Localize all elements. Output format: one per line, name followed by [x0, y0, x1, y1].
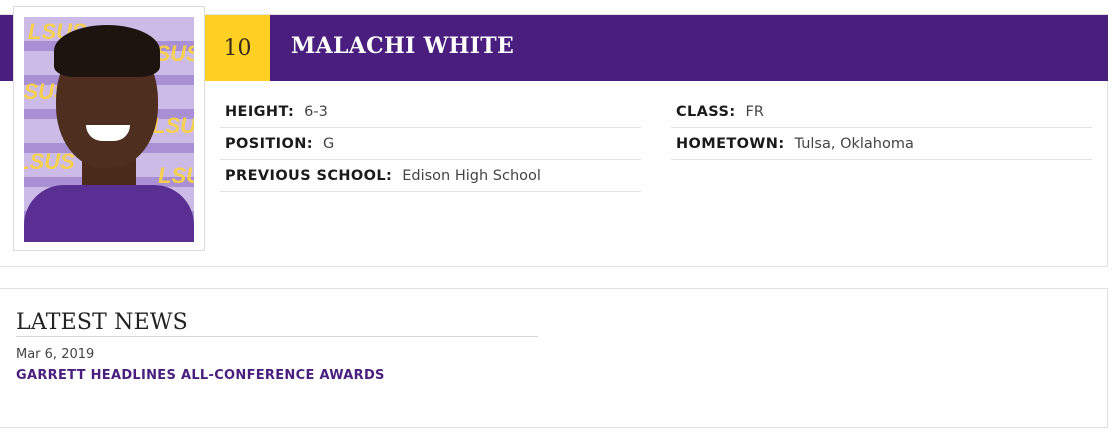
player-details-left: HEIGHT: 6-3 POSITION: G PREVIOUS SCHOOL:… [220, 96, 641, 192]
detail-row-position: POSITION: G [220, 128, 641, 160]
heading-divider [16, 336, 538, 337]
detail-row-hometown: HOMETOWN: Tulsa, Oklahoma [671, 128, 1092, 160]
news-headline-link[interactable]: GARRETT HEADLINES ALL-CONFERENCE AWARDS [16, 368, 385, 383]
detail-row-previous-school: PREVIOUS SCHOOL: Edison High School [220, 160, 641, 192]
player-photo: LSUS LSUS LSUS LSUS LSUS LSUS [13, 6, 205, 251]
jersey-number: 10 [205, 15, 270, 81]
player-card: LSUS LSUS LSUS LSUS LSUS LSUS 10 MALACHI… [0, 6, 1108, 267]
latest-news-heading: LATEST NEWS [16, 310, 188, 335]
detail-value: 6-3 [304, 103, 328, 120]
detail-value: Tulsa, Oklahoma [794, 135, 914, 152]
detail-value: Edison High School [402, 167, 541, 184]
detail-label: POSITION: [225, 135, 313, 152]
detail-value: FR [745, 103, 764, 120]
detail-row-class: CLASS: FR [671, 96, 1092, 128]
detail-label: HOMETOWN: [676, 135, 785, 152]
headshot-image: LSUS LSUS LSUS LSUS LSUS LSUS [24, 17, 194, 242]
player-name: MALACHI WHITE [291, 33, 515, 59]
latest-news-panel: LATEST NEWS Mar 6, 2019 GARRETT HEADLINE… [0, 288, 1108, 428]
detail-value: G [322, 135, 335, 152]
detail-row-height: HEIGHT: 6-3 [220, 96, 641, 128]
detail-label: HEIGHT: [225, 103, 295, 120]
detail-label: PREVIOUS SCHOOL: [225, 167, 393, 184]
detail-label: CLASS: [676, 103, 736, 120]
news-date: Mar 6, 2019 [16, 347, 95, 362]
player-details-right: CLASS: FR HOMETOWN: Tulsa, Oklahoma [671, 96, 1092, 160]
